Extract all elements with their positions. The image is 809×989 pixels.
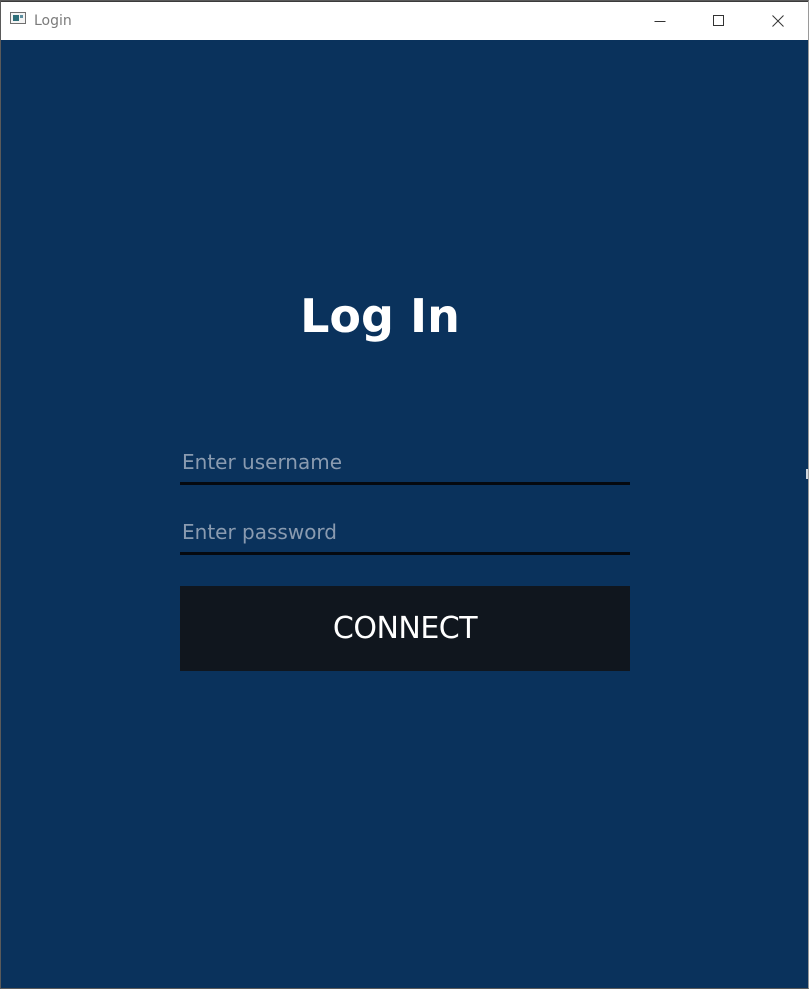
password-field-container xyxy=(180,512,630,555)
close-button[interactable] xyxy=(749,2,807,40)
title-bar[interactable]: Login xyxy=(1,1,808,40)
login-window: Login Log In CONNECT xyxy=(0,0,809,989)
login-panel: Log In CONNECT xyxy=(1,39,808,988)
close-icon xyxy=(772,15,784,27)
resize-edge-marker xyxy=(806,469,808,479)
maximize-icon xyxy=(713,15,724,26)
page-title: Log In xyxy=(300,289,460,343)
minimize-icon xyxy=(654,21,666,22)
connect-button[interactable]: CONNECT xyxy=(180,586,630,671)
password-input[interactable] xyxy=(180,512,630,552)
window-title: Login xyxy=(34,13,72,29)
minimize-button[interactable] xyxy=(631,2,689,40)
username-input[interactable] xyxy=(180,442,630,482)
maximize-button[interactable] xyxy=(690,2,748,40)
username-field-container xyxy=(180,442,630,485)
app-window-icon xyxy=(10,12,26,24)
